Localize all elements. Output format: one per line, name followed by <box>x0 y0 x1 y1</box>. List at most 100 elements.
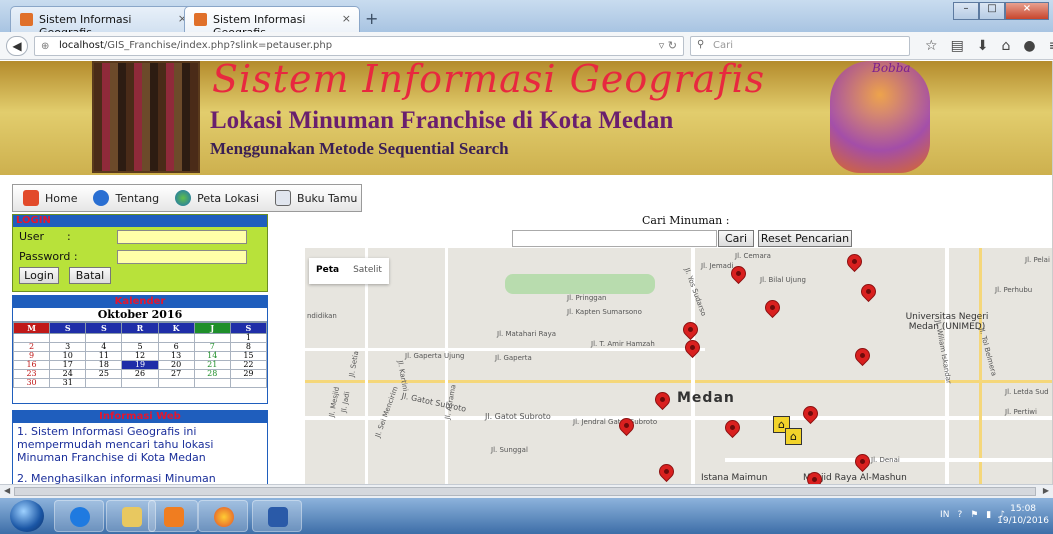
map-label: Jl. Gatot Subroto <box>400 391 467 414</box>
park-area <box>505 274 655 294</box>
scroll-left-icon[interactable]: ◀ <box>4 486 10 495</box>
taskbar-word[interactable] <box>252 500 302 532</box>
login-button[interactable]: Login <box>19 267 59 284</box>
calendar-day[interactable]: 25 <box>85 369 123 379</box>
back-button[interactable]: ◀ <box>6 36 28 56</box>
calendar-day[interactable]: 30 <box>12 378 51 388</box>
map-type-satellite[interactable]: Satelit <box>346 258 389 284</box>
calendar-header: Kalender <box>13 296 267 308</box>
franchise-marker[interactable] <box>721 416 744 439</box>
system-tray: IN ? ⚑ ▮ ♪ <box>940 510 1005 520</box>
calendar-day[interactable]: 31 <box>49 378 87 388</box>
map-label: Jl. Matahari Raya <box>497 330 557 338</box>
firefox-icon <box>214 507 234 527</box>
scroll-right-icon[interactable]: ▶ <box>1043 486 1049 495</box>
menu-item-label: Tentang <box>115 191 160 205</box>
calendar-day[interactable]: 26 <box>121 369 159 379</box>
close-window-button[interactable]: × <box>1005 2 1049 20</box>
banner-title: Sistem Informasi Geografis <box>212 61 766 101</box>
taskbar-ie[interactable] <box>54 500 104 532</box>
day-header: K <box>157 322 195 334</box>
tab-close-icon[interactable]: × <box>342 12 351 25</box>
franchise-marker[interactable] <box>679 318 702 341</box>
banner-tagline: Menggunakan Metode Sequential Search <box>210 139 509 158</box>
start-button[interactable] <box>10 500 44 532</box>
help-icon[interactable]: ? <box>957 510 962 520</box>
tab-2[interactable]: Sistem Informasi Geografis... × <box>184 6 360 39</box>
franchise-marker[interactable] <box>681 336 704 359</box>
taskbar-media[interactable] <box>148 500 198 532</box>
map-label: Jl. Pringgan <box>567 294 607 302</box>
calendar-day[interactable]: 29 <box>229 369 268 379</box>
franchise-marker[interactable] <box>843 250 866 273</box>
favicon-icon <box>194 13 207 26</box>
road-gatot-subroto <box>305 416 1052 420</box>
franchise-marker[interactable] <box>655 460 678 483</box>
url-host: localhost <box>59 40 104 51</box>
road-tol <box>979 248 982 484</box>
taskbar-firefox[interactable] <box>198 500 248 532</box>
menu-item-home[interactable]: Home <box>23 190 77 206</box>
franchise-marker[interactable] <box>857 280 880 303</box>
reading-list-icon[interactable]: ▤ <box>951 38 964 54</box>
menu-icon[interactable]: ≡ <box>1049 38 1053 54</box>
chat-icon[interactable]: ● <box>1023 38 1035 54</box>
system-clock[interactable]: 15:08 19/10/2016 <box>997 503 1049 527</box>
clock-date: 19/10/2016 <box>997 516 1049 526</box>
info-icon <box>93 190 110 206</box>
folder-icon <box>122 507 142 527</box>
calendar-day[interactable]: 27 <box>157 369 195 379</box>
globe-icon: ⊕ <box>41 41 50 52</box>
info-web-header: Informasi Web <box>13 411 267 423</box>
map-label: Jl. Setia <box>347 350 361 378</box>
main-panel: Cari Minuman : Cari Reset Pencarian Peta… <box>272 214 1052 484</box>
drinks-photo <box>92 61 200 173</box>
flag-icon[interactable]: ⚑ <box>970 510 978 520</box>
franchise-marker[interactable] <box>651 388 674 411</box>
map-label: Istana Maimun <box>701 473 768 483</box>
franchise-marker[interactable] <box>851 344 874 367</box>
franchise-marker[interactable] <box>803 468 826 484</box>
reset-search-button[interactable]: Reset Pencarian <box>758 230 852 247</box>
browser-search-input[interactable]: ⚲ Cari <box>690 36 910 56</box>
calendar-widget: Kalender Oktober 2016 M S S R K J S 1234… <box>12 295 268 404</box>
favicon-icon <box>20 13 33 26</box>
language-indicator[interactable]: IN <box>940 510 949 520</box>
password-field[interactable] <box>117 250 247 264</box>
site-banner: Sistem Informasi Geografis Lokasi Minuma… <box>0 61 1052 175</box>
menu-item-buku-tamu[interactable]: Buku Tamu <box>275 190 357 206</box>
maximize-button[interactable]: □ <box>979 2 1005 20</box>
map-label: Jl. Jemadi <box>701 262 734 270</box>
drink-search-input[interactable] <box>512 230 717 247</box>
network-icon[interactable]: ▮ <box>986 510 991 520</box>
calendar-month: Oktober 2016 <box>13 308 267 322</box>
franchise-marker[interactable] <box>761 296 784 319</box>
scrollbar-thumb[interactable] <box>14 487 1036 496</box>
bookmark-star-icon[interactable]: ☆ <box>925 38 938 54</box>
url-path: /GIS_Franchise/index.php?slink=petauser.… <box>103 40 333 51</box>
horizontal-scrollbar[interactable]: ◀ ▶ <box>0 484 1053 498</box>
map-view[interactable]: Peta Satelit Jl. Cemara Jl. Jemadi Jl. B… <box>305 248 1052 484</box>
search-button[interactable]: Cari <box>718 230 754 247</box>
new-tab-button[interactable]: + <box>365 9 378 28</box>
menu-item-tentang[interactable]: Tentang <box>93 190 159 206</box>
url-bar[interactable]: ⊕ localhost/GIS_Franchise/index.php?slin… <box>34 36 684 56</box>
home-marker-icon[interactable]: ⌂ <box>785 428 802 445</box>
map-label: Jl. Cemara <box>735 252 771 260</box>
reload-icon[interactable]: ▿ ↻ <box>659 39 677 52</box>
city-label: Medan <box>677 390 735 406</box>
download-icon[interactable]: ⬇ <box>977 38 989 54</box>
home-icon[interactable]: ⌂ <box>1002 38 1011 54</box>
calendar-day[interactable]: 28 <box>193 369 231 379</box>
menu-item-peta-lokasi[interactable]: Peta Lokasi <box>175 190 259 206</box>
franchise-marker[interactable] <box>799 402 822 425</box>
minimize-button[interactable]: – <box>953 2 979 20</box>
windows-taskbar: IN ? ⚑ ▮ ♪ 15:08 19/10/2016 <box>0 498 1053 534</box>
map-type-map[interactable]: Peta <box>309 258 346 284</box>
franchise-marker[interactable] <box>851 450 874 473</box>
tab-1[interactable]: Sistem Informasi Geografis... × <box>10 6 196 39</box>
username-field[interactable] <box>117 230 247 244</box>
cancel-button[interactable]: Batal <box>69 267 111 284</box>
map-label: Jl. Gaperta <box>495 354 532 362</box>
map-label: Jl. Letda Sud <box>1005 388 1049 396</box>
